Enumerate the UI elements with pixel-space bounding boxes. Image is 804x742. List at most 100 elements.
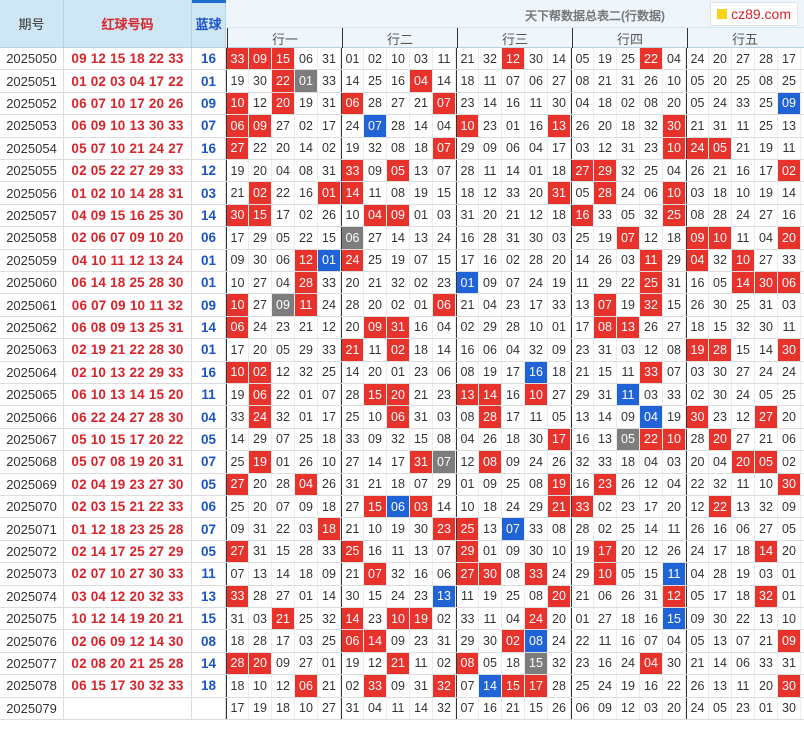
blue-ball: 01	[192, 272, 226, 294]
number-cell: 22	[709, 496, 732, 518]
number-cell: 19	[686, 339, 709, 361]
number-cell: 03	[295, 630, 318, 652]
number-cell: 27	[249, 294, 272, 316]
blue-ball: 09	[192, 294, 226, 316]
number-cell: 21	[594, 70, 617, 92]
number-cell: 31	[502, 227, 525, 249]
number-cell: 31	[594, 339, 617, 361]
number-cell: 27	[387, 92, 410, 115]
number-cell: 18	[318, 428, 341, 451]
number-cell: 23	[433, 272, 456, 294]
number-cell: 27	[226, 473, 249, 495]
number-cell: 10	[548, 540, 571, 563]
number-cell: 04	[433, 115, 456, 137]
number-cell: 14	[594, 406, 617, 428]
number-cell: 30	[778, 473, 801, 495]
number-cell: 18	[732, 540, 755, 563]
number-cell: 16	[502, 384, 525, 406]
number-cell: 23	[709, 406, 732, 428]
number-cell: 24	[525, 451, 548, 473]
number-cell: 13	[755, 608, 778, 630]
number-cell: 14	[640, 518, 663, 540]
number-cell: 18	[456, 182, 479, 204]
number-cell: 19	[226, 160, 249, 182]
number-cell: 14	[433, 496, 456, 518]
number-cell: 10	[732, 182, 755, 204]
number-cell: 09	[548, 339, 571, 361]
number-cell: 01	[295, 585, 318, 607]
number-cell: 03	[686, 182, 709, 204]
number-cell: 21	[341, 339, 364, 361]
number-cell: 07	[433, 540, 456, 563]
number-cell: 13	[456, 384, 479, 406]
number-cell: 11	[525, 406, 548, 428]
number-cell: 20	[778, 227, 801, 249]
number-cell: 04	[709, 451, 732, 473]
number-cell: 29	[433, 473, 456, 495]
table-row: 2025076 02 06 09 12 14 30 08 18 28 17 03 25 06 14…	[0, 630, 804, 653]
number-cell: 12	[364, 652, 387, 675]
number-cell: 23	[479, 115, 502, 137]
number-cell: 01	[272, 451, 295, 473]
number-cell: 25	[226, 451, 249, 473]
number-cell: 07	[640, 630, 663, 652]
number-cell: 25	[295, 428, 318, 451]
number-cell: 18	[617, 608, 640, 630]
number-cell: 15	[594, 361, 617, 383]
number-cell: 33	[732, 92, 755, 115]
number-cell: 01	[295, 384, 318, 406]
number-cell: 06	[295, 675, 318, 697]
table-row: 2025056 01 02 10 14 28 31 03 21 02 22 16 01 14 11…	[0, 182, 804, 205]
number-cell: 17	[456, 249, 479, 271]
number-cell: 08	[640, 92, 663, 115]
number-cell: 13	[410, 160, 433, 182]
number-cell: 10	[456, 496, 479, 518]
number-cell: 24	[341, 249, 364, 271]
number-cell: 11	[433, 48, 456, 70]
red-balls: 02 06 09 12 14 30	[64, 630, 192, 652]
title-bar: 天下帮数据总表二(行数据) cz89.com	[226, 0, 804, 28]
number-cell: 23	[502, 294, 525, 316]
number-cell: 15	[272, 540, 295, 563]
number-cell: 30	[755, 272, 778, 294]
table-row: 2025055 02 05 22 27 29 33 12 19 20 04 08 31 33 09…	[0, 160, 804, 183]
number-cell: 10	[295, 697, 318, 719]
number-cell: 18	[272, 697, 295, 719]
table-row: 2025059 04 10 11 12 13 24 01 09 30 06 12 01 24 25…	[0, 249, 804, 272]
number-cell: 17	[226, 697, 249, 719]
number-cell: 18	[318, 496, 341, 518]
number-cell: 12	[594, 137, 617, 159]
number-cell: 26	[640, 316, 663, 339]
number-cell: 30	[410, 518, 433, 540]
number-cell: 23	[571, 652, 594, 675]
number-cell: 19	[387, 518, 410, 540]
table-row: 2025078 06 15 17 30 32 33 18 18 10 12 06 21 02 33…	[0, 675, 804, 698]
number-cell: 07	[410, 473, 433, 495]
number-cell: 18	[479, 496, 502, 518]
number-cell: 17	[709, 585, 732, 607]
number-cell: 24	[341, 115, 364, 137]
number-cell: 03	[295, 518, 318, 540]
number-cell: 03	[410, 496, 433, 518]
group-header-3: 行三	[457, 28, 572, 48]
number-cell: 25	[778, 384, 801, 406]
number-cell: 28	[249, 585, 272, 607]
number-cell: 31	[778, 652, 801, 675]
number-cell: 02	[502, 630, 525, 652]
number-cell: 16	[571, 428, 594, 451]
number-cell: 16	[456, 339, 479, 361]
red-balls: 02 14 17 25 27 29	[64, 540, 192, 563]
group-header-2: 行二	[342, 28, 457, 48]
number-cell: 20	[364, 361, 387, 383]
number-cell: 04	[295, 473, 318, 495]
number-cell: 26	[295, 451, 318, 473]
number-cell: 12	[249, 92, 272, 115]
number-cell: 21	[341, 518, 364, 540]
number-cell: 02	[410, 272, 433, 294]
number-cell: 22	[571, 630, 594, 652]
number-cell: 30	[226, 204, 249, 227]
number-cell: 27	[341, 451, 364, 473]
number-cell: 19	[548, 272, 571, 294]
number-cell: 12	[640, 540, 663, 563]
number-cell: 01	[410, 204, 433, 227]
